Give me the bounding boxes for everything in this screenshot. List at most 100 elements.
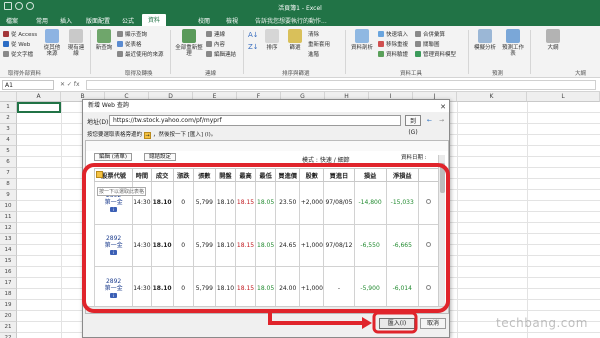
table-select-arrow-icon[interactable] (96, 171, 103, 178)
row-header[interactable]: 4 (0, 135, 17, 146)
name-box[interactable]: A1 (2, 80, 54, 90)
cancel-button[interactable]: 取消 (420, 318, 446, 329)
manage-data-model-button[interactable]: 管理資料模型 (415, 50, 456, 58)
new-query-button[interactable]: 新查詢 (94, 29, 114, 65)
select-all-corner[interactable] (0, 92, 17, 102)
flash-fill-button[interactable]: 快速填入 (378, 30, 408, 38)
from-access-button[interactable]: 從 Access (3, 30, 37, 38)
column-header[interactable]: L (527, 92, 600, 102)
remove-duplicates-button[interactable]: 移除重複 (378, 40, 408, 48)
existing-connections-button[interactable]: 現有連線 (66, 29, 86, 65)
radio-cell[interactable] (417, 266, 440, 310)
row-header[interactable]: 15 (0, 256, 17, 267)
volume-cell: 5,799 (192, 181, 216, 225)
vertical-scrollbar[interactable] (438, 155, 445, 307)
from-web-button[interactable]: 從 Web (3, 40, 30, 48)
volume-cell: 5,799 (192, 223, 216, 268)
properties-button[interactable]: 內容 (206, 40, 225, 48)
row-header[interactable]: 12 (0, 223, 17, 234)
radio-icon[interactable] (425, 284, 431, 290)
tab-file[interactable]: 檔案 (6, 16, 18, 25)
relationships-button[interactable]: 關聯圖 (415, 40, 440, 48)
what-if-button[interactable]: 模擬分析 (472, 29, 498, 65)
refresh-all-button[interactable]: 全部重新整理 (175, 29, 203, 65)
tab-review[interactable]: 校閱 (198, 16, 210, 25)
info-badge-icon[interactable]: i (110, 207, 118, 213)
tab-layout[interactable]: 版面配置 (86, 16, 110, 25)
buy-price-cell: 24.00 (275, 266, 301, 310)
row-header[interactable]: 13 (0, 234, 17, 245)
row-header[interactable]: 10 (0, 201, 17, 212)
column-header[interactable]: A (17, 92, 61, 102)
forecast-sheet-button[interactable]: 預測工作表 (500, 29, 526, 65)
tell-me-box[interactable]: 告訴我您想要執行的動作... (255, 16, 327, 25)
go-button[interactable]: 到(G) (405, 115, 421, 136)
tab-data[interactable]: 資料 (142, 14, 167, 26)
back-icon[interactable]: ← (425, 115, 434, 126)
row-header[interactable]: 22 (0, 333, 17, 338)
sort-az-icon[interactable]: A↓ (248, 31, 259, 39)
info-badge-icon[interactable]: i (110, 292, 118, 298)
tab-view[interactable]: 檢視 (226, 16, 238, 25)
row-header[interactable]: 18 (0, 289, 17, 300)
fx-icon[interactable]: ✕ ✓ fx (60, 81, 80, 88)
from-text-button[interactable]: 從文字檔 (3, 50, 33, 58)
radio-cell[interactable] (417, 223, 440, 268)
address-input[interactable]: https://tw.stock.yahoo.com/pf/myprf (109, 115, 401, 126)
radio-icon[interactable] (425, 199, 431, 205)
row-header[interactable]: 19 (0, 300, 17, 311)
stock-cell[interactable]: 2892第一金i (93, 223, 134, 268)
edit-list-tab[interactable]: 編輯 (清單) (94, 153, 133, 161)
text-to-columns-button[interactable]: 資料剖析 (350, 29, 374, 65)
connections-button[interactable]: 連線 (206, 30, 225, 38)
outline-button[interactable]: 大綱 (540, 29, 566, 65)
filter-button[interactable]: 篩選 (285, 29, 305, 65)
reapply-button[interactable]: 重新套用 (308, 40, 330, 48)
column-header[interactable]: K (457, 92, 527, 102)
consolidate-button[interactable]: 合併彙算 (415, 30, 445, 38)
close-icon[interactable]: ✕ (440, 101, 446, 113)
from-table-button[interactable]: 從表格 (117, 40, 142, 48)
row-header[interactable]: 21 (0, 322, 17, 333)
stock-cell[interactable]: 2892第一金i (93, 266, 134, 310)
horizontal-scrollbar[interactable] (86, 306, 448, 313)
clear-button[interactable]: 清除 (308, 30, 319, 38)
price-cell: 18.10 (150, 181, 174, 225)
row-header[interactable]: 1 (0, 102, 17, 113)
show-queries-button[interactable]: 顯示查詢 (117, 30, 147, 38)
forward-icon[interactable]: → (437, 115, 446, 126)
sort-za-icon[interactable]: Z↓ (248, 43, 259, 51)
radio-icon[interactable] (425, 241, 431, 247)
row-header[interactable]: 16 (0, 267, 17, 278)
row-header[interactable]: 6 (0, 157, 17, 168)
summary-settings-tab[interactable]: 總結設定 (144, 153, 177, 161)
formula-input[interactable] (86, 80, 596, 90)
tab-insert[interactable]: 插入 (60, 16, 72, 25)
edit-links-button[interactable]: 編輯連結 (206, 50, 236, 58)
row-header[interactable]: 17 (0, 278, 17, 289)
buy-price-cell: 23.50 (275, 181, 301, 225)
excel-window: 活頁簿1 - Excel 檔案 常用 插入 版面配置 公式 資料 校閱 檢視 告… (0, 0, 600, 338)
row-header[interactable]: 7 (0, 168, 17, 179)
row-header[interactable]: 8 (0, 179, 17, 190)
selected-cell-a1[interactable] (17, 102, 61, 113)
row-header[interactable]: 11 (0, 212, 17, 223)
info-badge-icon[interactable]: i (110, 249, 118, 255)
tab-formulas[interactable]: 公式 (122, 16, 134, 25)
recent-sources-button[interactable]: 最近使用的來源 (117, 50, 164, 58)
row-header[interactable]: 14 (0, 245, 17, 256)
row-header[interactable]: 2 (0, 113, 17, 124)
radio-cell[interactable] (417, 181, 440, 225)
sort-button[interactable]: 排序 (262, 29, 282, 65)
web-page-view[interactable]: 編輯 (清單) 總結設定 模式 : 快速 / 細節 資料日期 : 股票代號 時間… (85, 140, 449, 314)
advanced-button[interactable]: 進階 (308, 50, 319, 58)
row-header[interactable]: 20 (0, 311, 17, 322)
other-sources-button[interactable]: 從其他來源 (42, 29, 62, 65)
import-button[interactable]: 匯入(I) (379, 318, 415, 329)
data-validation-button[interactable]: 資料驗證 (378, 50, 408, 58)
tab-home[interactable]: 常用 (36, 16, 48, 25)
row-header[interactable]: 3 (0, 124, 17, 135)
row-header[interactable]: 9 (0, 190, 17, 201)
scroll-thumb[interactable] (440, 163, 445, 193)
row-header[interactable]: 5 (0, 146, 17, 157)
